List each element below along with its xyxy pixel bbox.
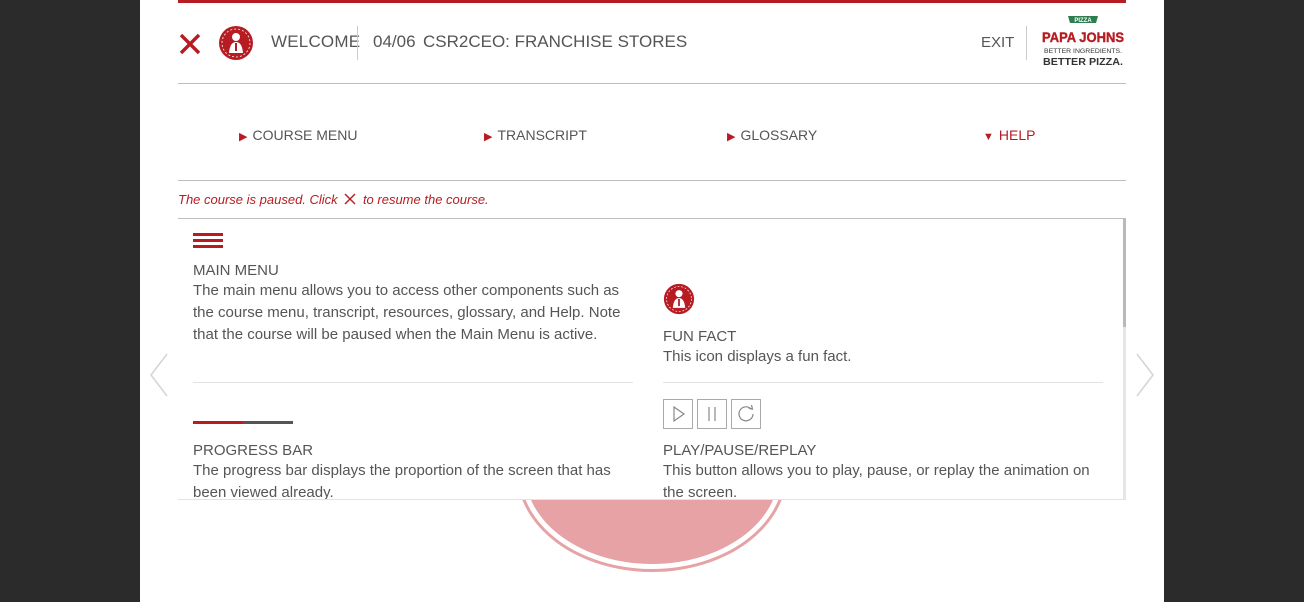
welcome-label[interactable]: WELCOME bbox=[271, 32, 360, 52]
nav-transcript-label: TRANSCRIPT bbox=[497, 127, 587, 143]
header-divider-line bbox=[178, 83, 1126, 84]
page-counter: 04/06 bbox=[373, 32, 416, 51]
top-accent-bar bbox=[178, 0, 1126, 3]
papa-john-badge-icon bbox=[663, 283, 695, 315]
header-divider bbox=[357, 26, 358, 60]
help-text-fun-fact: This icon displays a fun fact. bbox=[663, 348, 852, 365]
play-arrow-icon: ▶ bbox=[484, 131, 493, 143]
help-heading-progress-bar: PROGRESS BAR bbox=[193, 442, 314, 459]
chevron-down-icon: ▼ bbox=[983, 131, 994, 143]
nav-divider-line bbox=[178, 180, 1126, 181]
paused-message-after: to resume the course. bbox=[362, 192, 489, 207]
papa-johns-logo: PIZZA PAPA JOHNS BETTER INGREDIENTS. BET… bbox=[1042, 16, 1124, 68]
hamburger-menu-icon bbox=[193, 233, 223, 249]
panel-bottom-line bbox=[178, 499, 1126, 500]
svg-text:BETTER PIZZA.: BETTER PIZZA. bbox=[1043, 57, 1123, 68]
nav-glossary-label: GLOSSARY bbox=[740, 127, 818, 143]
help-divider bbox=[193, 382, 633, 383]
nav-glossary[interactable]: ▶ GLOSSARY bbox=[727, 127, 817, 143]
panel-scrollbar-thumb[interactable] bbox=[1123, 219, 1126, 327]
help-text-progress-bar: The progress bar displays the proportion… bbox=[193, 462, 611, 499]
nav-transcript[interactable]: ▶ TRANSCRIPT bbox=[484, 127, 587, 143]
nav-help[interactable]: ▼ HELP bbox=[983, 127, 1035, 143]
help-panel: MAIN MENU The main menu allows you to ac… bbox=[178, 219, 1126, 499]
help-text-main-menu: The main menu allows you to access other… bbox=[193, 282, 621, 343]
course-title: CSR2CEO: FRANCHISE STORES bbox=[423, 32, 688, 51]
help-heading-main-menu: MAIN MENU bbox=[193, 262, 279, 279]
nav-course-menu[interactable]: ▶ COURSE MENU bbox=[239, 127, 357, 143]
help-text-play-pause-replay: This button allows you to play, pause, o… bbox=[663, 462, 1090, 499]
progress-bar-fill bbox=[193, 421, 243, 424]
paused-message: The course is paused. Click to resume th… bbox=[178, 192, 489, 207]
previous-arrow-icon[interactable] bbox=[148, 352, 170, 398]
course-page: WELCOME 04/06 CSR2CEO: FRANCHISE STORES … bbox=[140, 0, 1164, 602]
replay-icon bbox=[731, 399, 761, 429]
progress-bar-icon bbox=[193, 421, 293, 424]
help-divider bbox=[663, 382, 1103, 383]
pause-icon bbox=[697, 399, 727, 429]
play-arrow-icon: ▶ bbox=[727, 131, 736, 143]
close-icon-inline bbox=[344, 193, 356, 205]
close-icon[interactable] bbox=[178, 32, 202, 56]
exit-button[interactable]: EXIT bbox=[981, 34, 1014, 51]
nav-course-menu-label: COURSE MENU bbox=[252, 127, 358, 143]
help-heading-fun-fact: FUN FACT bbox=[663, 328, 737, 345]
nav-help-label: HELP bbox=[998, 127, 1036, 143]
next-arrow-icon[interactable] bbox=[1134, 352, 1156, 398]
svg-text:PAPA JOHNS: PAPA JOHNS bbox=[1042, 29, 1124, 45]
papa-john-badge-icon bbox=[219, 26, 253, 60]
help-heading-play-pause-replay: PLAY/PAUSE/REPLAY bbox=[663, 442, 817, 459]
play-icon bbox=[663, 399, 693, 429]
svg-text:PIZZA: PIZZA bbox=[1074, 18, 1092, 24]
header-divider-right bbox=[1026, 26, 1027, 60]
play-arrow-icon: ▶ bbox=[239, 131, 248, 143]
paused-message-before: The course is paused. Click bbox=[178, 192, 338, 207]
svg-text:BETTER INGREDIENTS.: BETTER INGREDIENTS. bbox=[1044, 48, 1122, 55]
